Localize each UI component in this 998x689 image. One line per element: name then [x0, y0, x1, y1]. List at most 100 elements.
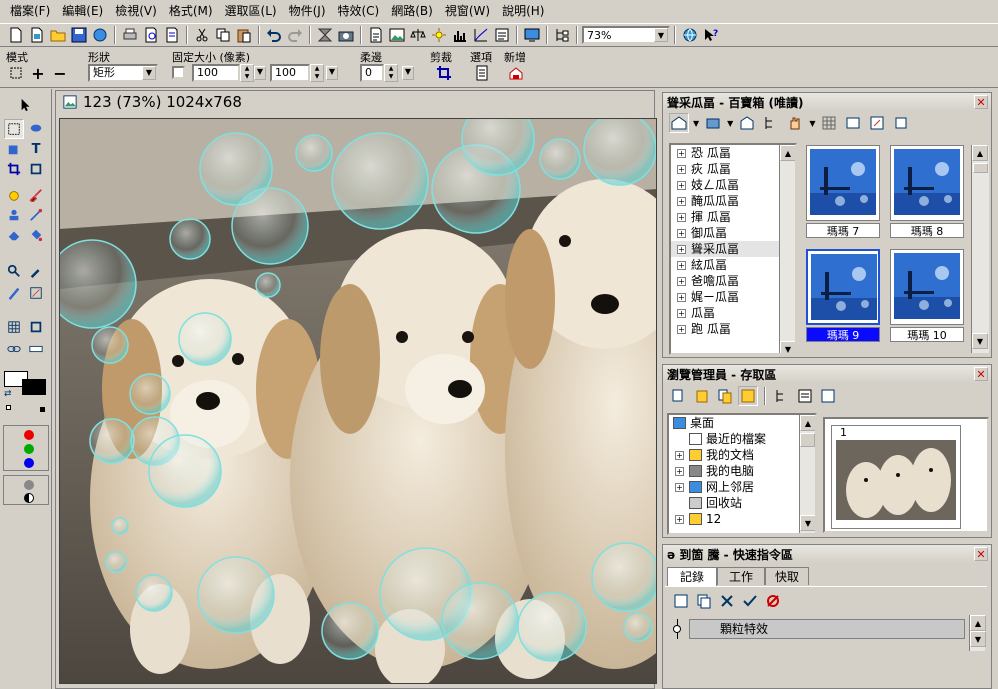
expand-icon[interactable]: +: [677, 212, 686, 222]
thumbnail-item[interactable]: 瑪瑪 7: [803, 145, 883, 243]
fill-tool-icon[interactable]: [26, 225, 46, 245]
red-channel-icon[interactable]: [24, 430, 34, 440]
chevron-down-icon[interactable]: ▼: [654, 28, 668, 42]
properties-icon[interactable]: [492, 25, 512, 45]
gallery-home-icon[interactable]: [669, 113, 689, 133]
preview-mode-icon[interactable]: [738, 386, 758, 406]
chevron-down-icon[interactable]: ▼: [142, 66, 156, 80]
tree-item[interactable]: + 御瓜畐: [671, 225, 795, 241]
tree-item[interactable]: + 跑 瓜畐: [671, 321, 795, 337]
width-field[interactable]: 100: [192, 64, 240, 82]
undo-record-icon[interactable]: [763, 591, 783, 611]
chevron-down-icon[interactable]: ▼: [727, 119, 733, 128]
effect-brush-tool-icon[interactable]: [26, 205, 46, 225]
tree-scrollbar[interactable]: ▲ ▼: [779, 145, 795, 353]
scroll-down-icon[interactable]: ▼: [780, 341, 795, 353]
expand-icon[interactable]: +: [675, 466, 684, 476]
menu-file[interactable]: 檔案(F): [4, 0, 56, 22]
histogram-icon[interactable]: [450, 25, 470, 45]
default-colors-icon[interactable]: [40, 407, 45, 412]
link-tool-icon[interactable]: [4, 339, 24, 359]
gallery-box-icon[interactable]: [703, 113, 723, 133]
contrast-icon[interactable]: [24, 493, 34, 503]
print-preview-icon[interactable]: [141, 25, 161, 45]
scroll-up-icon[interactable]: ▲: [780, 145, 795, 161]
expand-icon[interactable]: +: [677, 324, 686, 334]
expand-icon[interactable]: +: [675, 482, 684, 492]
scroll-up-icon[interactable]: ▲: [970, 615, 986, 631]
scan-icon[interactable]: [162, 25, 182, 45]
expand-icon[interactable]: +: [677, 180, 686, 190]
tone-curve-icon[interactable]: [471, 25, 491, 45]
menu-help[interactable]: 說明(H): [496, 0, 550, 22]
expand-icon[interactable]: +: [677, 148, 686, 158]
thumbnail-scrollbar[interactable]: ▲ ▼: [971, 145, 989, 353]
tree-view-icon[interactable]: [761, 113, 781, 133]
grid-tool-icon[interactable]: [4, 317, 24, 337]
print-icon[interactable]: [120, 25, 140, 45]
scroll-up-icon[interactable]: ▲: [972, 145, 988, 161]
tree-item[interactable]: + 妓ㄥ瓜畐: [671, 177, 795, 193]
explorer-item[interactable]: +12: [669, 511, 815, 527]
tab-0[interactable]: 記錄: [667, 567, 717, 587]
expand-icon[interactable]: +: [675, 514, 684, 524]
menu-window[interactable]: 視窗(W): [439, 0, 496, 22]
close-icon[interactable]: ✕: [974, 95, 988, 109]
play-record-icon[interactable]: [671, 591, 691, 611]
preview-thumbnail[interactable]: 1: [831, 425, 961, 529]
pointer-tool-icon[interactable]: [16, 95, 36, 115]
green-channel-icon[interactable]: [24, 444, 34, 454]
expand-icon[interactable]: +: [677, 260, 686, 270]
chevron-down-icon[interactable]: ▼: [254, 66, 266, 80]
text-tool-icon[interactable]: T: [26, 139, 46, 159]
scroll-down-icon[interactable]: ▼: [970, 631, 986, 647]
chevron-down-icon[interactable]: ▼: [402, 66, 414, 80]
pen-tool-icon[interactable]: [4, 283, 24, 303]
tree-item[interactable]: + 娓ㄧ瓜畐: [671, 289, 795, 305]
image-landscape-icon[interactable]: [387, 25, 407, 45]
close-icon[interactable]: ✕: [974, 547, 988, 561]
explorer-item[interactable]: + 我的文档: [669, 447, 815, 463]
brightness-icon[interactable]: [429, 25, 449, 45]
expand-icon[interactable]: +: [677, 276, 686, 286]
thumbnail-item[interactable]: 瑪瑪 8: [887, 145, 967, 243]
mask-tool-icon[interactable]: [26, 283, 46, 303]
web-globe-icon[interactable]: [680, 25, 700, 45]
tree-item[interactable]: + 恐 瓜畐: [671, 145, 795, 161]
scroll-down-icon[interactable]: ▼: [972, 333, 988, 349]
tab-2[interactable]: 快取: [765, 567, 809, 585]
delete-record-icon[interactable]: [717, 591, 737, 611]
straighten-tool-icon[interactable]: [26, 159, 46, 179]
undo-icon[interactable]: [264, 25, 284, 45]
duplicate-icon[interactable]: [715, 386, 735, 406]
zoom-select[interactable]: 73% ▼: [582, 26, 670, 44]
thumbnail-item[interactable]: 瑪瑪 10: [887, 249, 967, 347]
refresh-icon[interactable]: [818, 386, 838, 406]
expand-icon[interactable]: +: [675, 450, 684, 460]
tree-item[interactable]: + 揮 瓜畐: [671, 209, 795, 225]
explorer-item[interactable]: + 网上邻居: [669, 479, 815, 495]
default-colors-icon[interactable]: [6, 405, 11, 410]
fixed-size-checkbox[interactable]: [172, 66, 185, 79]
crop-tool-icon[interactable]: [4, 159, 24, 179]
swap-colors-icon[interactable]: ⇄: [4, 389, 12, 399]
new-object-icon[interactable]: [506, 64, 526, 82]
hand-icon[interactable]: [785, 113, 805, 133]
new-selection-mode-icon[interactable]: [6, 64, 26, 82]
explorer-scrollbar[interactable]: ▲ ▼: [799, 415, 815, 533]
tree-view-icon[interactable]: [772, 386, 792, 406]
help-pointer-icon[interactable]: ?: [701, 25, 721, 45]
shape-select[interactable]: 矩形 ▼: [88, 64, 158, 82]
expand-icon[interactable]: +: [677, 228, 686, 238]
height-field[interactable]: 100: [270, 64, 310, 82]
mask-icon[interactable]: [24, 480, 34, 490]
paste-icon[interactable]: [234, 25, 254, 45]
zoom-tool-icon[interactable]: [4, 261, 24, 281]
lasso-tool-icon[interactable]: [26, 119, 46, 139]
tab-1[interactable]: 工作: [717, 567, 765, 585]
thumbnail-item[interactable]: 瑪瑪 9: [803, 249, 883, 347]
menu-edit[interactable]: 編輯(E): [56, 0, 109, 22]
crop-icon[interactable]: [434, 64, 454, 82]
tree-item[interactable]: + 爸噡瓜畐: [671, 273, 795, 289]
rect-select-tool-icon[interactable]: [4, 119, 24, 139]
